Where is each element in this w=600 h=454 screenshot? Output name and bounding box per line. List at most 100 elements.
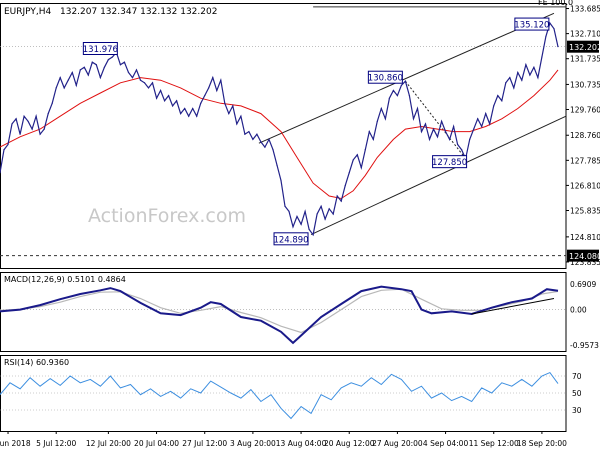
price-point [184, 107, 186, 110]
price-point [192, 107, 194, 110]
price-point [469, 138, 471, 140]
price-point [43, 128, 45, 130]
time-axis-label: 12 Jul 20:00 [86, 439, 131, 448]
rsi-line [0, 371, 559, 420]
price-point [312, 234, 314, 236]
time-axis-label: 20 Aug 12:00 [324, 439, 375, 448]
price-point [416, 107, 419, 110]
chart-symbol: EURJPY,H4 [4, 7, 52, 17]
price-axis-label: 129.760 [570, 106, 600, 115]
price-point [444, 131, 447, 133]
annotation-label: 131.976 [83, 45, 118, 55]
price-point [224, 102, 226, 104]
watermark: ActionForex.com [88, 205, 246, 227]
price-axis-label: 132.710 [570, 30, 600, 39]
price-point [388, 97, 390, 99]
price-point [513, 87, 515, 89]
price-point [541, 56, 543, 58]
annotation-label: 127.850 [432, 158, 467, 168]
price-point [19, 133, 21, 135]
price-point [384, 118, 386, 120]
price-point [292, 226, 294, 228]
price-point [481, 125, 483, 128]
price-point [236, 123, 238, 125]
price-axis-label: 131.735 [570, 55, 600, 64]
time-axis-label: 11 Sep 12:00 [469, 439, 519, 448]
price-point [533, 66, 535, 68]
price-point [47, 113, 49, 115]
price-point [493, 105, 495, 107]
macd-axis-label: 0.00 [570, 306, 587, 315]
price-point [55, 87, 57, 89]
price-point [212, 77, 214, 79]
price-point [99, 77, 101, 79]
price-point [453, 125, 455, 128]
price-point [489, 123, 491, 125]
price-point [75, 84, 77, 86]
price-point [412, 118, 415, 120]
price-point [376, 120, 378, 122]
time-axis-label: 27 Aug 20:00 [372, 439, 423, 448]
price-point [521, 79, 523, 81]
price-point [155, 97, 158, 99]
price-point [23, 115, 25, 117]
price-point [477, 118, 479, 120]
price-point [240, 115, 242, 117]
annotation-label: 135.120 [514, 21, 549, 31]
price-point [95, 64, 97, 66]
price-point [372, 138, 374, 140]
time-axis-label: 28 Jun 2018 [0, 439, 31, 448]
price-point [123, 61, 126, 63]
price-point [147, 87, 150, 89]
current-price-label: 132.202 [569, 43, 600, 52]
price-point [135, 69, 138, 71]
price-point [71, 71, 73, 74]
price-point [111, 56, 113, 58]
price-point [280, 179, 282, 182]
annotation-label: 130.860 [368, 74, 403, 84]
rsi-title: RSI(14) 60.9360 [4, 358, 69, 367]
time-axis-label: 4 Sep 04:00 [423, 439, 469, 448]
price-point [440, 120, 443, 122]
time-axis-label: 5 Jul 12:00 [36, 439, 76, 448]
price-axis-label: 126.810 [570, 181, 600, 190]
price-point [457, 143, 459, 146]
price-point [196, 115, 198, 117]
price-point [332, 213, 334, 215]
price-point [35, 115, 37, 117]
price-point [244, 133, 246, 135]
price-point [208, 87, 210, 89]
price-point [356, 154, 358, 156]
price-point [400, 84, 403, 86]
price-point [272, 149, 274, 151]
price-point [232, 105, 234, 107]
price-axis-label: 130.735 [570, 80, 600, 89]
price-point [396, 95, 399, 97]
rsi-panel-frame [0, 355, 567, 432]
price-point [11, 123, 13, 125]
price-point [448, 138, 451, 140]
price-axis-label: 127.785 [570, 156, 600, 165]
price-point [420, 131, 423, 133]
macd-main-line [0, 285, 559, 345]
price-point [220, 79, 222, 81]
price-point [300, 223, 302, 225]
price-point [31, 128, 33, 130]
time-axis-label: 27 Jul 12:00 [182, 439, 227, 448]
price-point [67, 79, 69, 81]
time-axis-label: 13 Aug 04:00 [276, 439, 327, 448]
price-point [260, 141, 262, 143]
price-point [83, 66, 85, 68]
price-point [545, 35, 547, 38]
price-point [501, 100, 503, 102]
time-axis-label: 18 Sep 20:00 [517, 439, 567, 448]
annotation-label: 124.890 [273, 235, 308, 245]
price-point [248, 131, 250, 133]
price-point [304, 210, 306, 212]
price-point [368, 131, 370, 133]
price-point [392, 89, 394, 92]
price-point [167, 95, 170, 97]
price-point [288, 210, 290, 212]
price-point [284, 205, 286, 207]
price-point [200, 102, 202, 104]
